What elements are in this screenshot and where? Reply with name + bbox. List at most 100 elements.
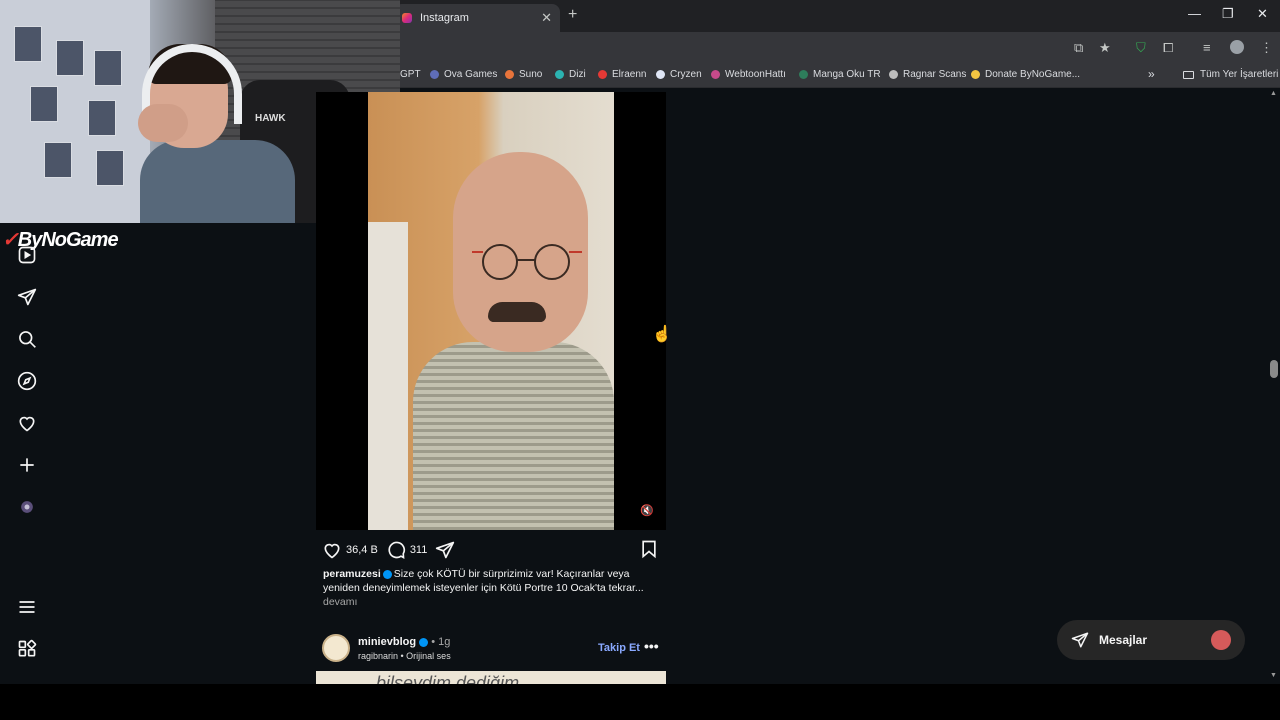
bookmark-star-icon[interactable]: ★ <box>1099 40 1111 56</box>
tab-close-button[interactable]: ✕ <box>541 10 552 26</box>
more-menu-icon[interactable] <box>17 597 37 617</box>
post-actions: 36,4 B 311 <box>322 539 455 561</box>
glasses <box>472 244 582 280</box>
bookmark-manga-oku-tr[interactable]: Manga Oku TR <box>799 69 881 80</box>
wall-poster <box>30 86 58 122</box>
share-icon[interactable] <box>435 540 455 560</box>
streamer-shirt <box>140 140 295 223</box>
scroll-down-arrow-icon[interactable]: ▼ <box>1270 672 1277 679</box>
screen: Instagram ✕ + — ❐ ✕ ⧉ ★ ⛉ ⧠ ≡ ⋮ GPT Ova … <box>0 0 1280 720</box>
elraenn-icon <box>598 70 607 79</box>
bookmark-label: Donate ByNoGame... <box>985 69 1081 80</box>
bookmark-label: Manga Oku TR <box>813 69 881 80</box>
page-scrollbar[interactable]: ▲ ▼ <box>1268 88 1280 684</box>
explore-compass-icon[interactable] <box>17 371 37 391</box>
create-plus-icon[interactable] <box>17 455 37 475</box>
media-controls-icon[interactable]: ≡ <box>1203 40 1211 55</box>
browser-menu-icon[interactable]: ⋮ <box>1260 40 1273 56</box>
cryzen-icon <box>656 70 665 79</box>
wall-poster <box>88 100 116 136</box>
comment-count: 311 <box>409 544 428 556</box>
restore-button[interactable]: ❐ <box>1222 6 1234 22</box>
post2-audio[interactable]: ragibnarin • Orijinal ses <box>358 651 451 661</box>
install-app-icon[interactable]: ⧉ <box>1074 40 1083 56</box>
post-caption: peramuzesi Size çok KÖTÜ bir sürprizimiz … <box>323 568 653 595</box>
portrait-photo <box>368 92 614 530</box>
shield-extension-icon[interactable]: ⛉ <box>1136 40 1146 56</box>
post-username[interactable]: peramuzesi <box>323 568 381 580</box>
bookmark-elraenn[interactable]: Elraenn <box>598 69 646 80</box>
wall-poster <box>14 26 42 62</box>
post-video[interactable]: 🔇 <box>316 92 666 530</box>
messages-button[interactable]: Mesajlar <box>1057 620 1245 660</box>
like-heart-icon[interactable] <box>322 540 342 560</box>
scroll-up-arrow-icon[interactable]: ▲ <box>1270 90 1277 97</box>
profile-avatar[interactable] <box>17 497 37 517</box>
follow-button[interactable]: Takip Et <box>598 642 640 654</box>
message-avatar <box>1211 630 1231 650</box>
bookmark-label: Cryzen <box>670 69 702 80</box>
comment-icon[interactable] <box>386 540 406 560</box>
bookmark-dizi[interactable]: Dizi <box>555 69 586 80</box>
manga-oku-icon <box>799 70 808 79</box>
mustache <box>488 302 546 322</box>
folder-icon <box>1183 70 1194 79</box>
tab-title: Instagram <box>420 12 469 24</box>
post2-options-icon[interactable]: ••• <box>644 638 659 654</box>
bookmark-suno[interactable]: Suno <box>505 69 542 80</box>
post2-username[interactable]: minievblog <box>358 636 416 648</box>
wall-poster <box>94 50 122 86</box>
suno-icon <box>505 70 514 79</box>
post2-media-text: bilseydim dediğim <box>376 673 520 684</box>
bookmarks-overflow-button[interactable]: » <box>1148 67 1155 81</box>
verified-badge-icon <box>419 637 429 647</box>
brand-mark: ✓ <box>2 229 19 251</box>
wall-poster <box>96 150 124 186</box>
reels-icon[interactable] <box>17 245 37 265</box>
wall-poster <box>56 40 84 76</box>
bookmark-cryzen[interactable]: Cryzen <box>656 69 702 80</box>
messages-label: Mesajlar <box>1099 633 1148 647</box>
post2-avatar[interactable] <box>322 634 350 662</box>
bynogame-icon <box>971 70 980 79</box>
direct-send-icon <box>1071 632 1089 648</box>
caption-more-link[interactable]: devamı <box>323 596 357 608</box>
post2-header: minievblog • 1g ragibnarin • Orijinal se… <box>322 632 666 664</box>
extensions-icon[interactable]: ⧠ <box>1163 40 1173 56</box>
all-bookmarks-button[interactable]: Tüm Yer İşaretleri <box>1183 69 1278 80</box>
plaid-shirt <box>413 342 614 530</box>
streamer-hand <box>138 104 188 142</box>
also-from-meta-icon[interactable] <box>17 639 37 659</box>
notifications-heart-icon[interactable] <box>17 413 37 433</box>
ova-games-icon <box>430 70 439 79</box>
bookmark-donate-bynogame[interactable]: Donate ByNoGame... <box>971 69 1080 80</box>
save-bookmark-icon[interactable] <box>639 539 659 559</box>
bookmark-webtoonhatti[interactable]: WebtoonHattı <box>711 69 786 80</box>
like-count: 36,4 B <box>346 544 378 556</box>
bookmark-gpt[interactable]: GPT <box>400 69 421 80</box>
dizi-icon <box>555 70 564 79</box>
bookmark-ova-games[interactable]: Ova Games <box>430 69 497 80</box>
bookmark-label: Elraenn <box>612 69 647 80</box>
post2-age: • 1g <box>431 636 451 648</box>
hand-cursor-icon: ☝ <box>652 326 672 343</box>
mute-toggle-button[interactable]: 🔇 <box>638 502 656 520</box>
direct-send-icon[interactable] <box>17 287 37 307</box>
bookmark-label: GPT <box>400 69 421 80</box>
close-window-button[interactable]: ✕ <box>1257 6 1268 22</box>
bookmark-label: Dizi <box>569 69 586 80</box>
profile-avatar-icon[interactable] <box>1230 40 1244 54</box>
search-icon[interactable] <box>17 329 37 349</box>
all-bookmarks-label: Tüm Yer İşaretleri <box>1200 69 1279 80</box>
bottom-black-bar <box>0 684 1280 720</box>
chair-label: HAWK <box>255 113 286 124</box>
bookmark-label: WebtoonHattı <box>725 69 786 80</box>
bookmark-ragnar-scans[interactable]: Ragnar Scans <box>889 69 966 80</box>
verified-badge-icon <box>382 569 392 579</box>
new-tab-button[interactable]: + <box>568 6 577 24</box>
tab-instagram[interactable]: Instagram ✕ <box>394 4 560 32</box>
post2-media[interactable]: bilseydim dediğim <box>316 671 666 684</box>
scroll-thumb[interactable] <box>1270 360 1278 378</box>
minimize-button[interactable]: — <box>1188 6 1201 21</box>
webtoonhatti-icon <box>711 70 720 79</box>
